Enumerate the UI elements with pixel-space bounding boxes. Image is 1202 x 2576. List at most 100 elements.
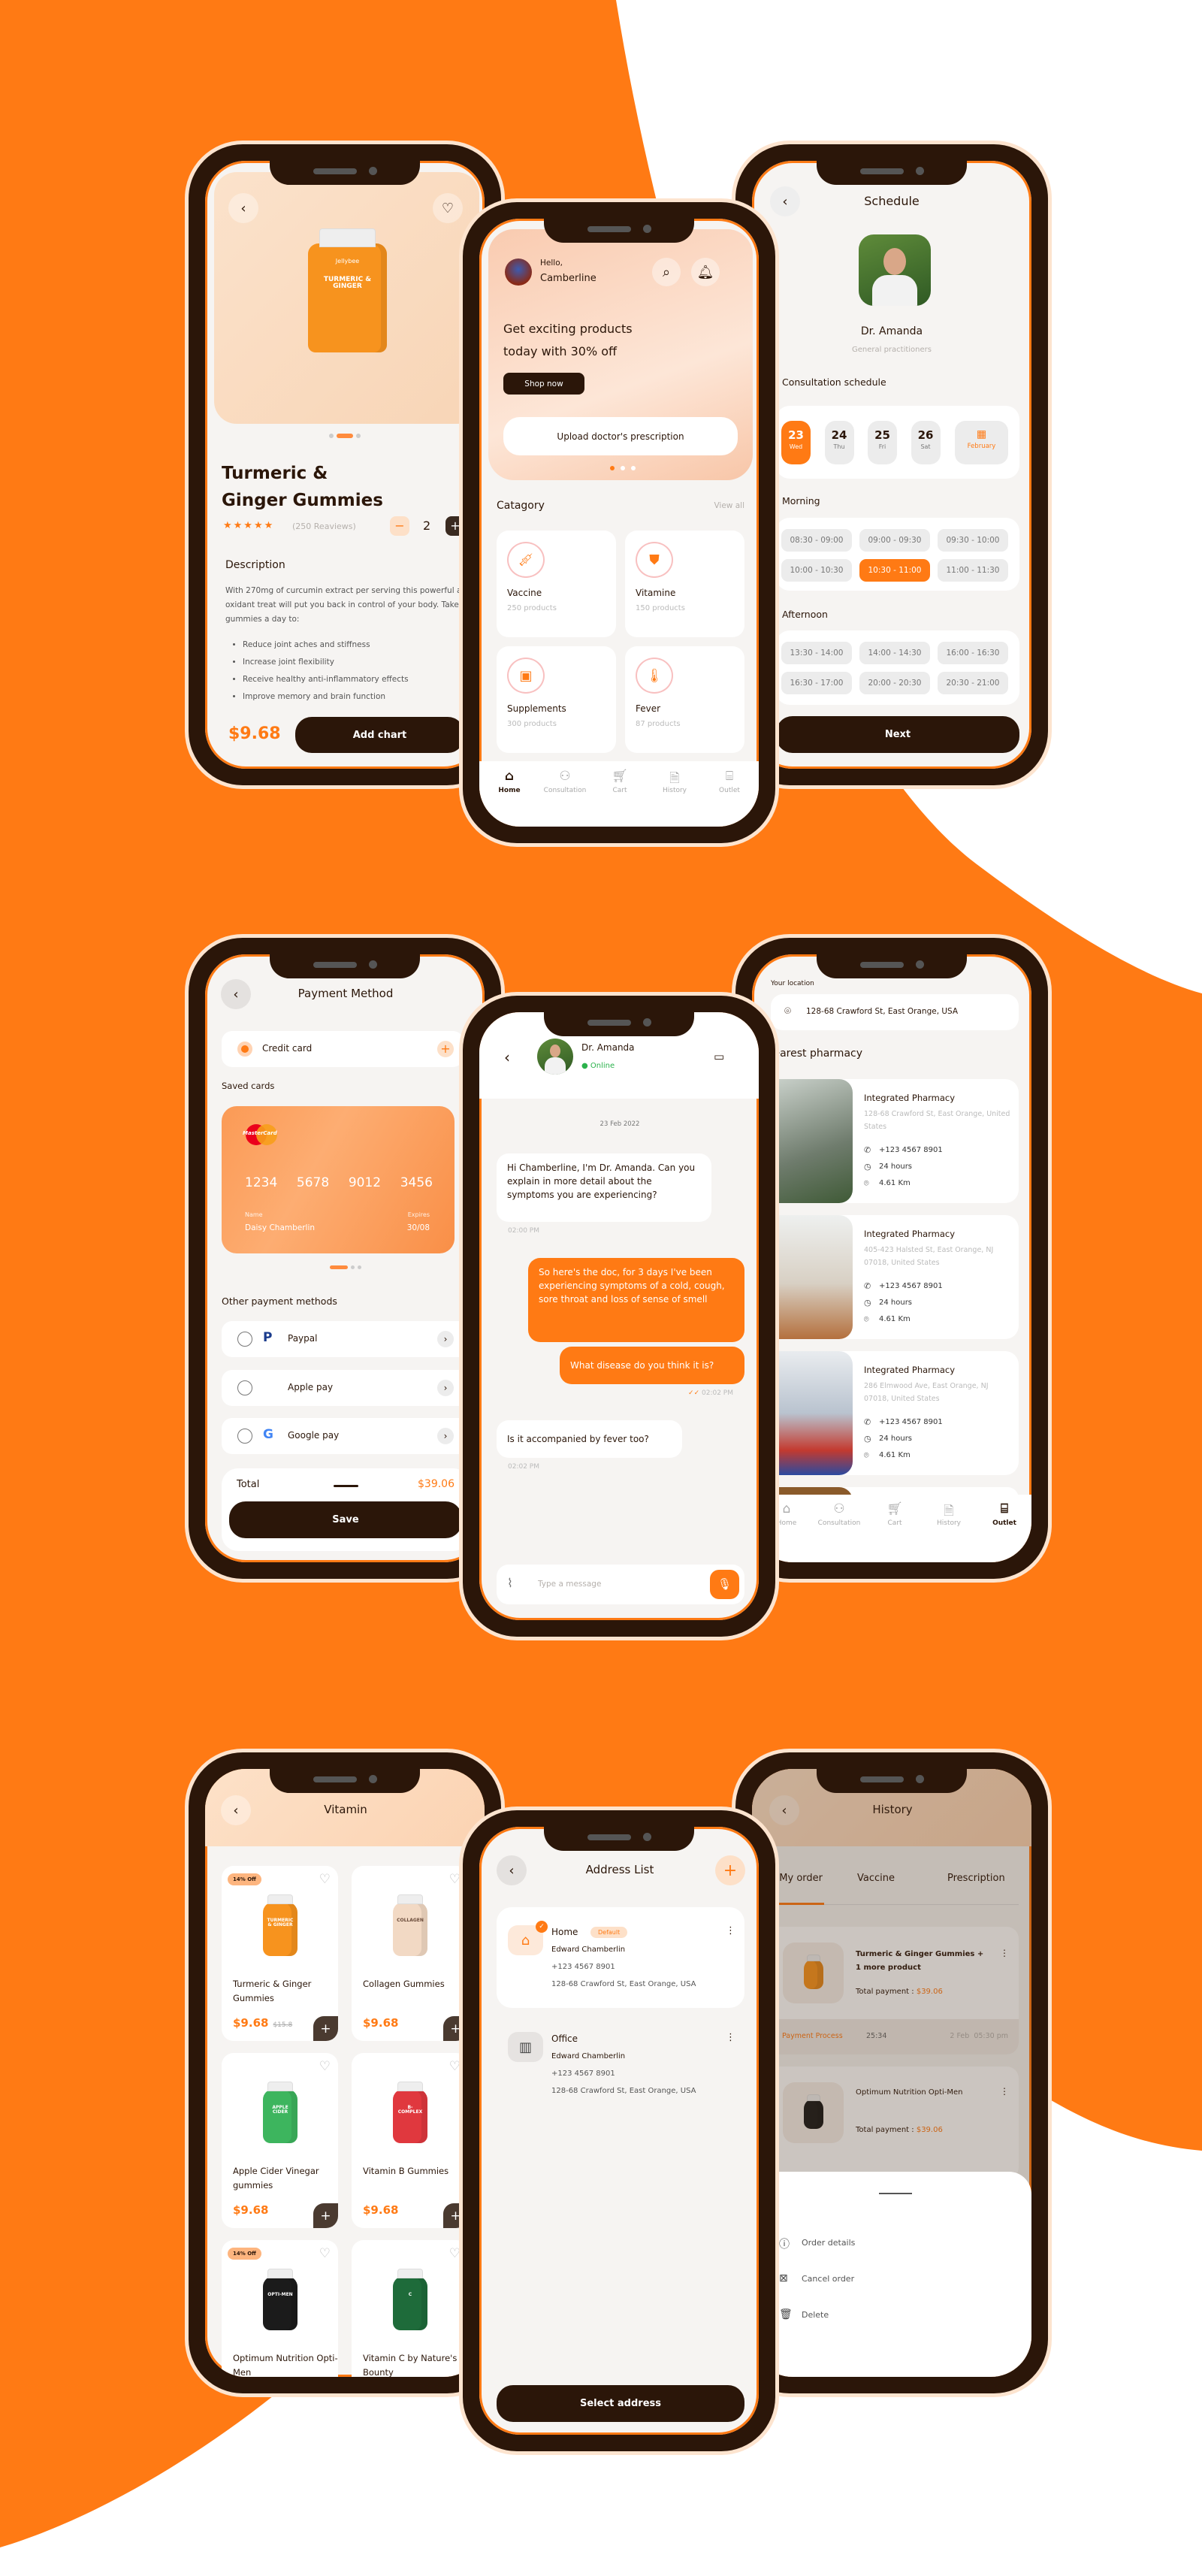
select-address-button[interactable]: Select address <box>497 2385 744 2422</box>
time-slot[interactable]: 16:00 - 16:30 <box>938 642 1008 664</box>
time-slot[interactable]: 11:00 - 11:30 <box>938 559 1008 582</box>
payment-option-google-pay[interactable]: G Google pay › <box>222 1418 470 1454</box>
add-to-cart-button[interactable]: Add chart <box>295 717 464 753</box>
pharmacy-card[interactable]: Integrated Pharmacy 286 Elmwood Ave, East… <box>758 1351 1019 1475</box>
product-card[interactable]: 14% Off ♡ TURMERIC & GINGER Turmeric & Ging… <box>222 1866 338 2041</box>
time-slot[interactable]: 10:30 - 11:00 <box>859 559 930 582</box>
time-slot[interactable]: 09:00 - 09:30 <box>859 529 930 552</box>
user-avatar[interactable] <box>505 259 532 286</box>
nav-label: Home <box>776 1519 797 1527</box>
image-pager[interactable] <box>329 434 361 438</box>
chevron-right-icon[interactable]: › <box>437 1331 454 1347</box>
pharmacy-card[interactable]: Integrated Pharmacy 405-423 Halsted St, E… <box>758 1215 1019 1339</box>
pharmacy-card[interactable]: Integrated Pharmacy 128-68 Crawford St, E… <box>758 1079 1019 1203</box>
favorite-heart-icon[interactable]: ♡ <box>449 1872 461 1887</box>
add-to-cart-button[interactable]: + <box>313 2203 338 2228</box>
more-options-icon[interactable]: ⋮ <box>726 2032 735 2043</box>
nav-cart[interactable]: 🛒︎ Cart <box>868 1501 921 1527</box>
expires-label: Expires <box>407 1211 430 1218</box>
radio-button[interactable] <box>237 1332 252 1347</box>
favorite-heart-icon[interactable]: ♡ <box>449 2246 461 2261</box>
category-card-vitamine[interactable]: ⛊ Vitamine 150 products <box>625 531 744 637</box>
saved-credit-card[interactable]: MasterCard 1234 5678 9012 3456 Name Daisy C… <box>222 1106 455 1253</box>
microphone-button[interactable]: 🎙︎ <box>710 1570 739 1599</box>
category-card-vaccine[interactable]: 💉︎ Vaccine 250 products <box>497 531 616 637</box>
address-card-office[interactable]: ▥ Office Edward Chamberlin +123 4567 8901 12… <box>497 2023 744 2124</box>
nav-history[interactable]: 🗎︎ History <box>648 769 701 794</box>
upload-prescription-button[interactable]: Upload doctor's prescription <box>503 417 738 455</box>
nav-cart[interactable]: 🛒︎ Cart <box>593 769 646 794</box>
doctor-avatar <box>537 1039 573 1075</box>
date-chip[interactable]: 26 Sat <box>911 421 941 464</box>
product-card[interactable]: ♡ B-COMPLEX Vitamin B Gummies $9.68 + <box>352 2053 468 2228</box>
credit-card-option[interactable]: Credit card + <box>222 1031 464 1067</box>
product-card[interactable]: ♡ C Vitamin C by Nature's Bounty <box>352 2240 468 2377</box>
phone-icon: ✆ <box>864 1417 871 1427</box>
month-picker-button[interactable]: ▦ February <box>955 421 1008 464</box>
favorite-heart-icon[interactable]: ♡ <box>449 2059 461 2074</box>
video-call-icon[interactable]: ▭ <box>714 1050 724 1063</box>
date-chip[interactable]: 23 Wed <box>781 421 811 464</box>
favorite-heart-icon[interactable]: ♡ <box>433 193 463 223</box>
location-field[interactable]: ⌾ 128-68 Crawford St, East Orange, USA <box>771 994 1019 1030</box>
sheet-action-cancel-order[interactable]: ⊠ Cancel order <box>769 2272 1009 2290</box>
time-slot[interactable]: 16:30 - 17:00 <box>781 672 852 694</box>
payment-option-apple-pay[interactable]: Apple pay › <box>222 1369 470 1406</box>
notification-bell-icon[interactable]: 🔔︎ <box>691 258 720 286</box>
radio-selected[interactable] <box>237 1042 252 1057</box>
paperclip-attach-icon[interactable]: ⌇ <box>507 1576 513 1590</box>
payment-option-paypal[interactable]: P Paypal › <box>222 1321 470 1357</box>
search-icon[interactable]: ⌕ <box>652 258 681 286</box>
radio-button[interactable] <box>237 1380 252 1395</box>
time-slot[interactable]: 10:00 - 10:30 <box>781 559 852 582</box>
time-slot[interactable]: 09:30 - 10:00 <box>938 529 1008 552</box>
product-price-row: $9.68 $15.8 <box>233 2016 292 2030</box>
date-day: 23 <box>788 428 804 442</box>
cart-icon: 🛒︎ <box>612 769 628 784</box>
action-label: Order details <box>802 2238 856 2248</box>
nav-consultation[interactable]: ⚇ Consultation <box>813 1501 865 1527</box>
back-button[interactable]: ‹ <box>228 193 258 223</box>
category-card-fever[interactable]: 🌡︎ Fever 87 products <box>625 646 744 753</box>
view-all-link[interactable]: View all <box>714 501 744 510</box>
nav-outlet[interactable]: ⌸ Outlet <box>978 1501 1031 1527</box>
time-slot[interactable]: 08:30 - 09:00 <box>781 529 852 552</box>
vitamin-bottle-icon: ⛊ <box>636 542 673 578</box>
nav-history[interactable]: 🗎︎ History <box>923 1501 975 1527</box>
next-button[interactable]: Next <box>776 716 1019 753</box>
product-card[interactable]: ♡ APPLE CIDER Apple Cider Vinegar gummies $… <box>222 2053 338 2228</box>
date-chip[interactable]: 24 Thu <box>824 421 854 464</box>
shop-now-button[interactable]: Shop now <box>503 373 584 395</box>
chevron-right-icon[interactable]: › <box>437 1428 454 1444</box>
back-button[interactable]: ‹ <box>504 1048 510 1066</box>
time-slot[interactable]: 20:00 - 20:30 <box>859 672 930 694</box>
add-card-button[interactable]: + <box>437 1041 454 1057</box>
message-input[interactable]: Type a message <box>538 1580 601 1589</box>
sheet-action-order-details[interactable]: ⓘ Order details <box>769 2236 1009 2254</box>
more-options-icon[interactable]: ⋮ <box>726 1925 735 1937</box>
nav-consultation[interactable]: ⚇ Consultation <box>539 769 591 794</box>
card-expiry: 30/08 <box>406 1223 430 1232</box>
add-address-button[interactable]: + <box>715 1855 745 1885</box>
add-to-cart-button[interactable]: + <box>313 2016 338 2041</box>
favorite-heart-icon[interactable]: ♡ <box>319 2059 331 2074</box>
favorite-heart-icon[interactable]: ♡ <box>319 2246 331 2261</box>
time-slot[interactable]: 14:00 - 14:30 <box>859 642 930 664</box>
address-card-home[interactable]: ⌂ ✓ Home Default Edward Chamberlin +123 4567 … <box>497 1907 744 2008</box>
sheet-handle[interactable] <box>879 2193 912 2194</box>
quantity-decrease-button[interactable]: − <box>390 516 409 536</box>
sheet-action-delete[interactable]: 🗑︎ Delete <box>769 2308 1009 2327</box>
radio-button[interactable] <box>237 1429 252 1444</box>
nav-home[interactable]: ⌂ Home <box>483 769 536 794</box>
favorite-heart-icon[interactable]: ♡ <box>319 1872 331 1887</box>
date-chip[interactable]: 25 Fri <box>868 421 897 464</box>
product-card[interactable]: ♡ COLLAGEN Collagen Gummies $9.68 + <box>352 1866 468 2041</box>
product-card[interactable]: 14% Off ♡ OPTI-MEN Optimum Nutrition Opti-M… <box>222 2240 338 2377</box>
time-slot[interactable]: 13:30 - 14:00 <box>781 642 852 664</box>
chevron-right-icon[interactable]: › <box>437 1379 454 1396</box>
nav-outlet[interactable]: ⌸ Outlet <box>703 769 756 794</box>
time-slot[interactable]: 20:30 - 21:00 <box>938 672 1008 694</box>
quantity-value: 2 <box>423 519 431 533</box>
save-button[interactable]: Save <box>229 1501 462 1538</box>
category-card-supplements[interactable]: ▣ Supplements 300 products <box>497 646 616 753</box>
